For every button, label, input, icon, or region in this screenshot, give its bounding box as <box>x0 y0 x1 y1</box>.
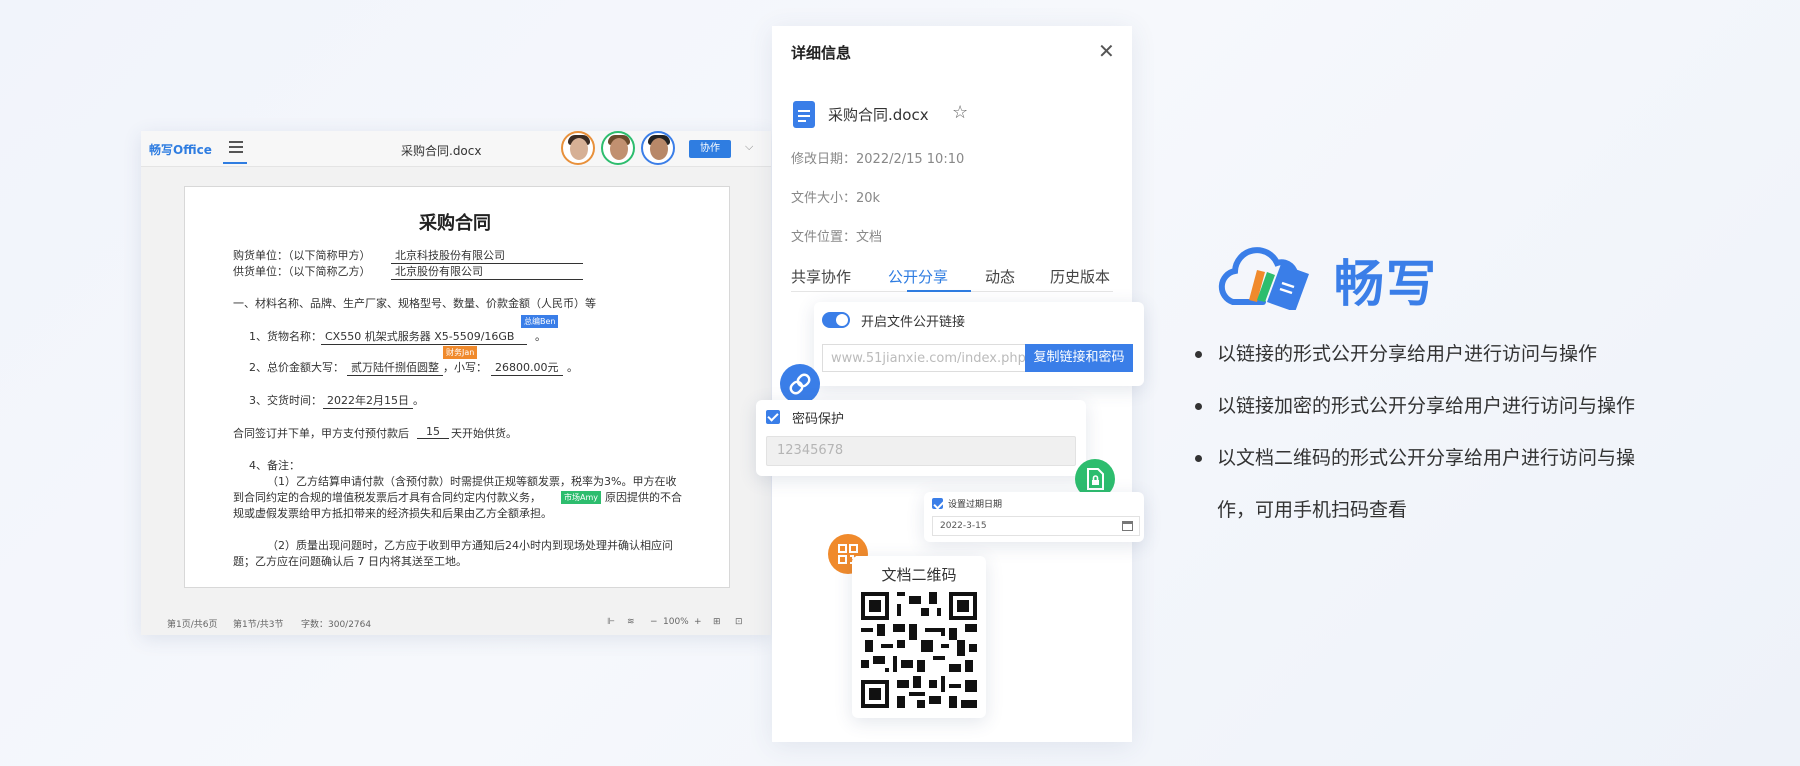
expiry-checkbox[interactable] <box>932 498 943 509</box>
document-title: 采购合同.docx <box>401 144 482 158</box>
status-bar: 第1页/共6页 第1节/共3节 字数：300/2764 ⊩ ≋ − 100% +… <box>141 609 771 635</box>
password-field[interactable]: 12345678 <box>766 436 1076 466</box>
calendar-icon[interactable] <box>1122 521 1133 531</box>
link-url-input[interactable] <box>822 344 1026 372</box>
qr-title: 文档二维码 <box>881 566 957 584</box>
file-name: 采购合同.docx <box>828 106 929 124</box>
menu-icon[interactable] <box>229 141 243 155</box>
supplier-label: 供货单位：（以下简称乙方） <box>233 265 371 278</box>
editor-toolbar: 畅写Office 采购合同.docx 协作 ⌵ <box>141 131 771 167</box>
item3-value: 2022年2月15日 <box>323 392 413 409</box>
supplier-value: 北京股份有限公司 <box>391 263 583 280</box>
note-line: （2）质量出现问题时，乙方应于收到甲方通知后24小时内到现场处理并确认相应问 <box>267 539 673 552</box>
item1-value: CX550 机架式服务器 X5-5509/16GB <box>321 328 527 345</box>
buyer-label: 购货单位：（以下简称甲方） <box>233 249 371 262</box>
prepay-text: 合同签订并下单，甲方支付预付款后 <box>233 427 409 440</box>
note-line: （1）乙方结算申请付款（含预付款）时需提供正规等额发票，税率为3%。甲方在收 <box>267 475 677 488</box>
zoom-out-button[interactable]: − <box>650 617 658 627</box>
item2-small-label: ，小写： <box>443 361 487 374</box>
page-layout-icon[interactable]: ⊩ <box>607 617 615 627</box>
file-size: 文件大小：20k <box>791 191 881 206</box>
list-item: 以文档二维码的形式公开分享给用户进行访问与操 <box>1195 432 1675 484</box>
fullscreen-icon[interactable]: ⊡ <box>735 617 743 627</box>
active-tab-indicator <box>907 290 971 292</box>
expiry-date-field[interactable]: 2022-3-15 <box>932 516 1140 536</box>
brand-logo: 畅写Office <box>149 143 212 157</box>
page-count: 第1页/共6页 <box>167 620 218 630</box>
star-icon[interactable]: ☆ <box>952 102 968 123</box>
menu-active-indicator <box>223 162 247 164</box>
expiry-card: 设置过期日期 2022-3-15 <box>924 492 1144 542</box>
modified-date: 修改日期：2022/2/15 10:10 <box>791 152 965 167</box>
avatar[interactable] <box>601 131 635 165</box>
list-item: 以链接的形式公开分享给用户进行访问与操作 <box>1195 328 1675 380</box>
tab-share-collab[interactable]: 共享协作 <box>791 266 851 287</box>
close-icon[interactable]: ✕ <box>1098 39 1115 63</box>
fit-page-icon[interactable]: ⊞ <box>713 617 721 627</box>
document-file-icon <box>793 101 815 128</box>
document-page[interactable]: 采购合同 购货单位：（以下简称甲方） 北京科技股份有限公司 供货单位：（以下简称… <box>184 186 730 588</box>
password-protect-label: 密码保护 <box>792 412 845 427</box>
public-link-card: 开启文件公开链接 复制链接和密码 <box>814 302 1144 386</box>
avatar[interactable] <box>561 131 595 165</box>
list-item-continuation: 作，可用手机扫码查看 <box>1217 499 1408 521</box>
item2-value: 贰万陆仟捌佰圆整 <box>347 359 443 376</box>
collaborate-button[interactable]: 协作 <box>689 140 731 158</box>
panel-tabs: 共享协作 公开分享 动态 历史版本 <box>791 266 1113 292</box>
buyer-value: 北京科技股份有限公司 <box>391 247 583 264</box>
panel-title: 详细信息 <box>791 44 852 62</box>
section-count: 第1节/共3节 <box>233 620 284 630</box>
changxie-logo-text: 畅写 <box>1334 255 1438 313</box>
item2-label: 2、总价金额大写： <box>249 361 344 374</box>
wifi-icon: ≋ <box>627 617 635 627</box>
prepay-text-after: 天开始供货。 <box>451 427 517 440</box>
notes-label: 4、备注： <box>249 459 300 472</box>
file-location: 文件位置：文档 <box>791 230 883 245</box>
note-line: 题；乙方应在问题确认后 7 日内将其送至工地。 <box>233 555 467 568</box>
changxie-logo-icon <box>1215 238 1335 314</box>
expiry-label: 设置过期日期 <box>948 500 1003 510</box>
collaborator-tag: 市场Amy <box>561 491 601 504</box>
qr-code-card: 文档二维码 <box>852 556 986 718</box>
zoom-in-button[interactable]: + <box>694 617 702 627</box>
item1-label: 1、货物名称： <box>249 330 322 343</box>
prepay-days: 15 <box>417 425 449 439</box>
avatar[interactable] <box>641 131 675 165</box>
link-icon <box>780 364 820 404</box>
note-line: 原因提供的不合 <box>605 491 682 504</box>
document-heading: 采购合同 <box>419 213 491 234</box>
password-checkbox[interactable] <box>766 410 780 424</box>
note-line: 到合同约定的合规的增值税发票后才具有合同约定内付款义务， <box>233 491 541 504</box>
tab-history[interactable]: 历史版本 <box>1050 266 1110 287</box>
public-link-toggle[interactable] <box>822 312 850 328</box>
item2-small-value: 26800.00元 <box>491 359 563 376</box>
public-link-label: 开启文件公开链接 <box>861 315 966 330</box>
note-line: 规或虚假发票给甲方抵扣带来的经济损失和后果由乙方全额承担。 <box>233 507 552 520</box>
collaborator-tag: 总编Ben <box>521 315 559 328</box>
collaborator-tag: 财务Jan <box>443 346 478 359</box>
item3-label: 3、交货时间： <box>249 394 322 407</box>
zoom-level: 100% <box>663 617 689 627</box>
list-item: 以链接加密的形式公开分享给用户进行访问与操作 <box>1195 380 1675 432</box>
section-heading: 一、材料名称、品牌、生产厂家、规格型号、数量、价款金额（人民币）等 <box>233 297 596 310</box>
copy-link-button[interactable]: 复制链接和密码 <box>1025 344 1133 372</box>
document-editor-window: 畅写Office 采购合同.docx 协作 ⌵ 采购合同 购货单位：（以下简称甲… <box>141 131 771 635</box>
expiry-date-value: 2022-3-15 <box>940 521 987 531</box>
tab-public-share[interactable]: 公开分享 <box>888 266 948 287</box>
word-count: 字数：300/2764 <box>301 620 372 630</box>
qr-code-image[interactable] <box>861 592 977 708</box>
tab-activity[interactable]: 动态 <box>985 266 1015 287</box>
chevron-down-icon[interactable]: ⌵ <box>745 140 753 154</box>
password-card: 密码保护 12345678 <box>756 400 1086 476</box>
